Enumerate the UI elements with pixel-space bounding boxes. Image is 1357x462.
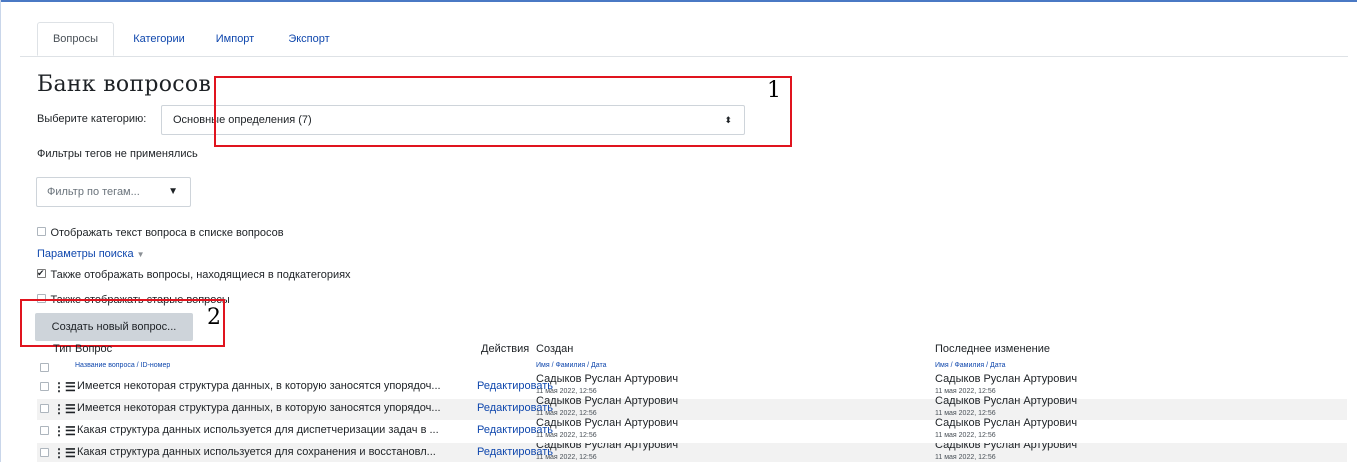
question-sort-link[interactable]: Название вопроса / ID-номер <box>75 362 170 369</box>
annotation-number-2: 2 <box>207 305 221 330</box>
modified-by: Садыков Руслан Артурович <box>935 373 1078 385</box>
tag-filter-placeholder: Фильтр по тегам... <box>47 186 140 198</box>
question-name: Имеется некоторая структура данных, в ко… <box>77 402 441 414</box>
modified-by: Садыков Руслан Артурович <box>935 417 1078 429</box>
page-title: Банк вопросов <box>37 72 212 97</box>
modified-date: 11 мая 2022, 12:56 <box>935 454 996 461</box>
created-by: Садыков Руслан Артурович <box>536 417 679 429</box>
row-checkbox[interactable] <box>40 404 49 413</box>
annotation-box-2 <box>20 299 225 347</box>
row-checkbox[interactable] <box>40 426 49 435</box>
tab-export[interactable]: Экспорт <box>278 22 340 56</box>
tag-filter-input[interactable]: Фильтр по тегам... ▼ <box>36 177 191 207</box>
show-text-label: Отображать текст вопроса в списке вопрос… <box>50 227 284 239</box>
tag-filter-note: Фильтры тегов не применялись <box>37 148 198 160</box>
select-all-checkbox[interactable] <box>40 363 49 372</box>
created-by: Садыков Руслан Артурович <box>536 373 679 385</box>
annotation-number-1: 1 <box>767 78 781 103</box>
category-label: Выберите категорию: <box>37 113 147 125</box>
tab-bar: Вопросы Категории Импорт Экспорт <box>20 22 1348 57</box>
search-params-toggle[interactable]: Параметры поиска ▼ <box>37 248 145 260</box>
show-text-checkbox[interactable] <box>37 227 46 236</box>
col-actions-header: Действия <box>481 343 530 355</box>
show-text-option[interactable]: Отображать текст вопроса в списке вопрос… <box>37 223 284 241</box>
tab-import[interactable]: Импорт <box>206 22 264 56</box>
modified-date: 11 мая 2022, 12:56 <box>935 410 996 417</box>
table-row[interactable]: ⋮☰ Какая структура данных используется д… <box>37 443 1347 462</box>
created-date: 11 мая 2022, 12:56 <box>536 432 597 439</box>
row-checkbox[interactable] <box>40 448 49 457</box>
window-left-border <box>0 0 1 462</box>
created-date: 11 мая 2022, 12:56 <box>536 388 597 395</box>
modified-by: Садыков Руслан Артурович <box>935 443 1078 451</box>
caret-down-icon: ▼ <box>136 250 145 259</box>
include-subcats-option[interactable]: Также отображать вопросы, находящиеся в … <box>37 265 351 283</box>
table-row[interactable]: ⋮☰ Какая структура данных используется д… <box>37 417 1347 442</box>
modified-sort-link[interactable]: Имя / Фамилия / Дата <box>935 362 1006 369</box>
multichoice-icon: ⋮☰ <box>53 424 76 438</box>
created-date: 11 мая 2022, 12:56 <box>536 454 597 461</box>
col-type-header[interactable]: Тип <box>53 343 71 355</box>
created-by: Садыков Руслан Артурович <box>536 395 679 407</box>
created-by: Садыков Руслан Артурович <box>536 443 679 451</box>
row-checkbox[interactable] <box>40 382 49 391</box>
dropdown-triangle-icon: ▼ <box>168 186 178 197</box>
modified-date: 11 мая 2022, 12:56 <box>935 388 996 395</box>
table-row[interactable]: ⋮☰ Имеется некоторая структура данных, в… <box>37 395 1347 420</box>
question-name: Имеется некоторая структура данных, в ко… <box>77 380 441 392</box>
modified-by: Садыков Руслан Артурович <box>935 395 1078 407</box>
created-date: 11 мая 2022, 12:56 <box>536 410 597 417</box>
modified-date: 11 мая 2022, 12:56 <box>935 432 996 439</box>
multichoice-icon: ⋮☰ <box>53 380 76 394</box>
tab-categories[interactable]: Категории <box>124 22 194 56</box>
question-name: Какая структура данных используется для … <box>77 424 439 436</box>
include-subcats-checkbox[interactable] <box>37 269 46 278</box>
window-top-border <box>0 0 1357 2</box>
search-params-link[interactable]: Параметры поиска <box>37 248 134 260</box>
annotation-box-1 <box>214 76 792 147</box>
include-subcats-label: Также отображать вопросы, находящиеся в … <box>50 269 351 281</box>
multichoice-icon: ⋮☰ <box>53 446 76 460</box>
col-created-header[interactable]: Создан <box>536 343 573 355</box>
multichoice-icon: ⋮☰ <box>53 402 76 416</box>
question-name: Какая структура данных используется для … <box>77 446 436 458</box>
col-question-header[interactable]: Вопрос <box>75 343 112 355</box>
col-modified-header[interactable]: Последнее изменение <box>935 343 1050 355</box>
table-row[interactable]: ⋮☰ Имеется некоторая структура данных, в… <box>37 373 1347 398</box>
created-sort-link[interactable]: Имя / Фамилия / Дата <box>536 362 607 369</box>
tab-questions[interactable]: Вопросы <box>37 22 114 56</box>
